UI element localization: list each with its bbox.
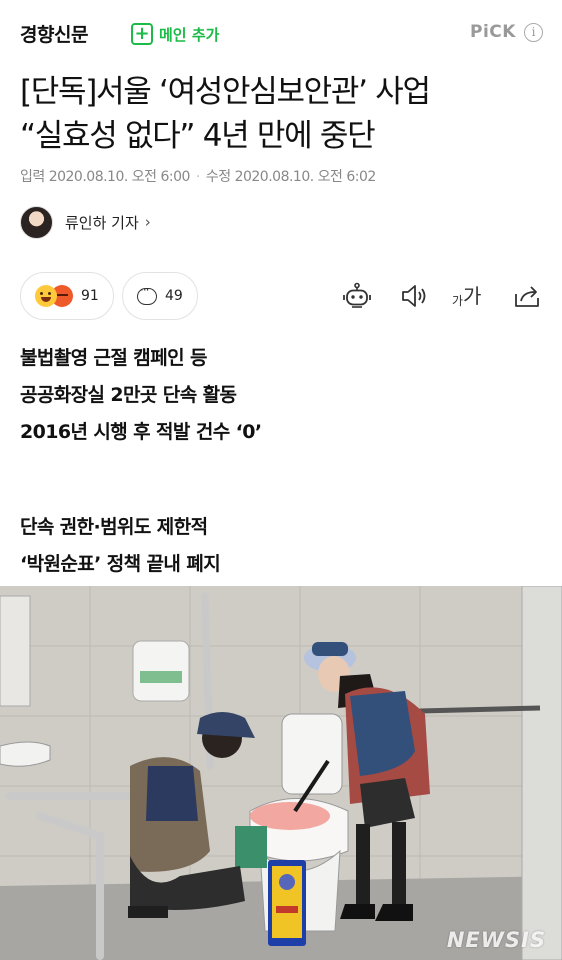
headline-line-2: “실효성 없다” 4년 만에 중단	[20, 118, 376, 154]
headline-line-1: [단독]서울 ‘여성안심보안관’ 사업	[20, 74, 431, 110]
smile-emoji-icon	[35, 285, 57, 307]
article-dates: 입력 2020.08.10. 오전 6:00 · 수정 2020.08.10. 오전…	[20, 166, 376, 186]
font-size-icon[interactable]: 가가	[452, 283, 481, 309]
summary-line: ‘박원순표’ 정책 끝내 폐지	[20, 553, 221, 575]
separator-dot: ·	[195, 169, 200, 185]
comment-bubble-icon	[137, 283, 157, 305]
article-photo[interactable]: NEWSIS	[0, 586, 562, 960]
input-date: 입력 2020.08.10. 오전 6:00	[20, 169, 190, 185]
chevron-right-icon: ›	[144, 213, 151, 231]
article-headline: [단독]서울 ‘여성안심보안관’ 사업 “실효성 없다” 4년 만에 중단	[20, 70, 545, 158]
robot-summary-icon[interactable]	[342, 282, 372, 310]
reporter-avatar	[20, 205, 53, 239]
font-size-small: 가	[452, 294, 464, 308]
photo-illustration	[0, 586, 562, 960]
summary-line: 단속 권한·범위도 제한적	[20, 516, 208, 538]
summary-line: 공공화장실 2만곳 단속 활동	[20, 384, 237, 406]
font-size-large: 가	[463, 284, 482, 308]
modified-date: 수정 2020.08.10. 오전 6:02	[205, 169, 376, 185]
reporter-name: 류인하 기자	[65, 213, 139, 232]
summary-gap	[20, 451, 540, 509]
summary-line: 2016년 시행 후 적발 건수 ‘0’	[20, 421, 262, 443]
article-summary: 불법촬영 근절 캠페인 등 공공화장실 2만곳 단속 활동 2016년 시행 후…	[20, 340, 540, 583]
main-add-button[interactable]: + 메인 추가	[131, 22, 219, 46]
summary-line: 불법촬영 근절 캠페인 등	[20, 347, 207, 369]
share-icon[interactable]	[512, 282, 542, 310]
pick-label: PiCK	[470, 22, 516, 42]
comment-count: 49	[165, 288, 183, 304]
reporter-link[interactable]: 류인하 기자 ›	[20, 204, 151, 240]
top-bar: 경향신문 + 메인 추가 PiCK i	[0, 0, 562, 62]
reaction-count: 91	[81, 288, 99, 304]
newsis-watermark: NEWSIS	[446, 928, 546, 952]
info-icon[interactable]: i	[524, 23, 543, 42]
comment-button[interactable]: 49	[122, 272, 198, 320]
reaction-button[interactable]: 91	[20, 272, 114, 320]
plus-icon: +	[131, 23, 153, 45]
press-name[interactable]: 경향신문	[20, 20, 88, 47]
speaker-icon[interactable]	[398, 282, 428, 310]
main-add-label: 메인 추가	[159, 25, 220, 44]
